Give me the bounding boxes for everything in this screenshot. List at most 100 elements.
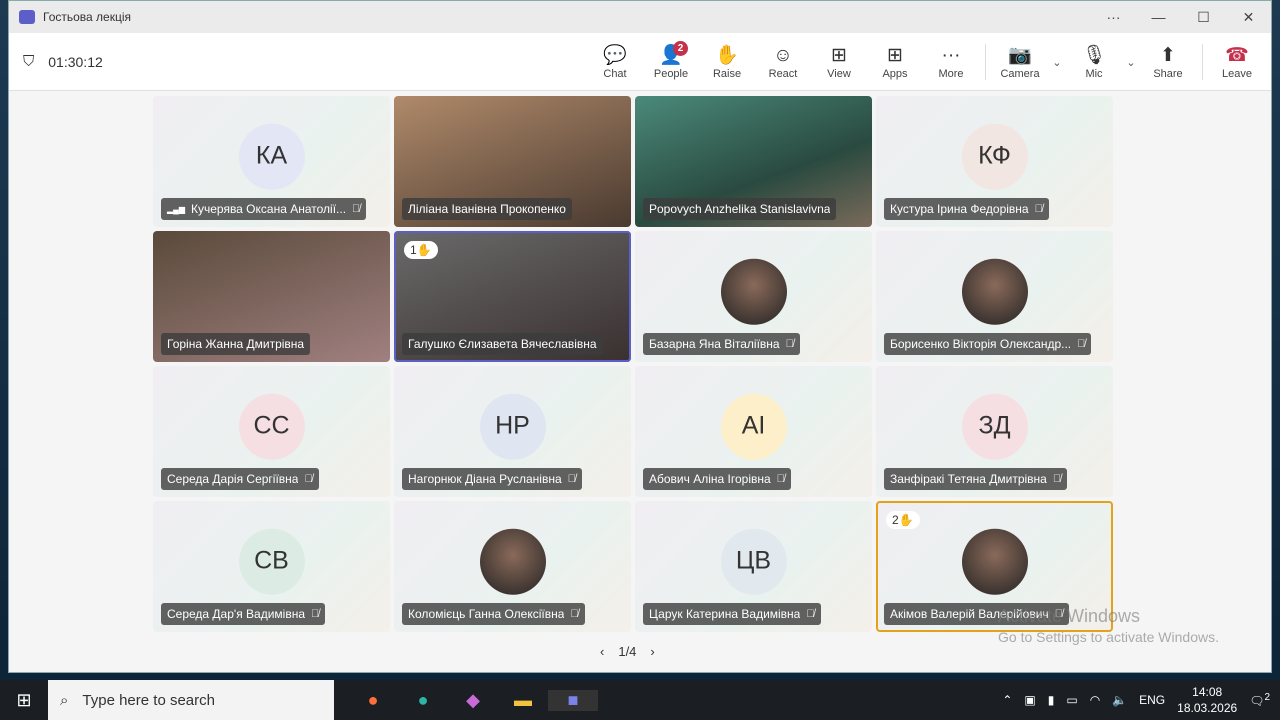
participant-name-label: Коломієць Ганна Олексіївна 🎙̸	[402, 603, 585, 625]
notifications-icon[interactable]: 🗨2	[1249, 692, 1270, 708]
participant-tile[interactable]: СС Середа Дарія Сергіївна 🎙̸	[153, 366, 390, 497]
tray-mic-icon[interactable]: ▮	[1048, 693, 1055, 707]
smile-icon: ☺	[773, 45, 793, 66]
camera-button[interactable]: 📷 Camera	[992, 44, 1048, 80]
button-label: People	[653, 68, 689, 80]
participant-tile[interactable]: КА ▂▄▆ Кучерява Оксана Анатолії... 🎙̸	[153, 96, 390, 227]
participant-name: Popovych Anzhelika Stanislavivna	[649, 202, 831, 216]
avatar: КА	[238, 123, 305, 190]
chat-button[interactable]: 💬 Chat	[587, 44, 643, 80]
toolbar-divider	[1202, 44, 1203, 80]
people-button[interactable]: 👤 People 2	[643, 41, 699, 80]
participant-tile[interactable]: КФ Кустура Ірина Федорівна 🎙̸	[876, 96, 1113, 227]
button-label: Raise	[712, 68, 742, 80]
leave-button[interactable]: ☎ Leave	[1209, 44, 1265, 80]
participant-name: Царук Катерина Вадимівна	[649, 607, 801, 621]
participant-name-label: Галушко Єлизавета Вячеславівна	[402, 333, 603, 355]
share-button[interactable]: ⬆ Share	[1140, 44, 1196, 80]
firefox-icon[interactable]: ●	[348, 690, 398, 711]
windows-start-icon[interactable]: ⊞	[0, 690, 48, 711]
volume-icon[interactable]: 🔈	[1112, 693, 1127, 707]
mic-off-icon: 🎙̸	[311, 608, 320, 620]
participant-name-label: Ліліана Іванівна Прокопенко	[402, 198, 572, 220]
copilot-icon[interactable]: ◆	[448, 690, 498, 711]
button-label: Chat	[603, 68, 627, 80]
participant-tile[interactable]: 1✋ Галушко Єлизавета Вячеславівна	[394, 231, 631, 362]
participant-tile[interactable]: Ліліана Іванівна Прокопенко	[394, 96, 631, 227]
participant-tile[interactable]: Коломієць Ганна Олексіївна 🎙̸	[394, 501, 631, 632]
participant-name-label: Борисенко Вікторія Олександр... 🎙̸	[884, 333, 1092, 355]
mic-off-icon: 🎙̸	[1034, 203, 1043, 215]
raised-hand-icon: ✋	[898, 513, 914, 527]
chevron-down-icon[interactable]: ⌄	[1048, 56, 1066, 69]
avatar: ЦВ	[720, 528, 787, 595]
window-more-button[interactable]: ···	[1091, 9, 1136, 26]
raised-hand-icon: ✋	[416, 243, 432, 257]
next-page-button[interactable]: ›	[650, 644, 654, 659]
wifi-icon[interactable]: ◠	[1090, 693, 1100, 707]
prev-page-button[interactable]: ‹	[600, 644, 604, 659]
tray-chevron-icon[interactable]: ⌃	[1002, 693, 1012, 707]
language-indicator[interactable]: ENG	[1139, 693, 1165, 707]
notification-count: 2	[1264, 692, 1270, 703]
title-bar: Гостьова лекція ··· — ☐ ✕	[9, 1, 1271, 33]
button-label: View	[827, 68, 851, 80]
shield-icon: ⛉	[23, 53, 35, 70]
tray-camera-icon[interactable]: ▣	[1024, 693, 1035, 707]
mic-off-icon: 🎙̸	[785, 338, 794, 350]
participant-name-label: ▂▄▆ Кучерява Оксана Анатолії... 🎙̸	[161, 198, 367, 220]
participant-name-label: Кустура Ірина Федорівна 🎙̸	[884, 198, 1049, 220]
participant-tile[interactable]: ЦВ Царук Катерина Вадимівна 🎙̸	[635, 501, 872, 632]
participant-name-label: Царук Катерина Вадимівна 🎙̸	[643, 603, 821, 625]
watermark-line2: Go to Settings to activate Windows.	[998, 629, 1219, 645]
clock-time: 14:08	[1192, 685, 1223, 699]
mic-button[interactable]: 🎙 Mic	[1066, 44, 1122, 80]
mic-off-icon: 🎙̸	[567, 473, 576, 485]
avatar: СС	[238, 393, 305, 460]
participant-tile[interactable]: СВ Середа Дар'я Вадимівна 🎙̸	[153, 501, 390, 632]
react-button[interactable]: ☺ React	[755, 44, 811, 80]
raise-hand-icon: ✋	[715, 45, 739, 66]
participant-tile[interactable]: Горіна Жанна Дмитрівна	[153, 231, 390, 362]
view-button[interactable]: ⊞ View	[811, 44, 867, 80]
participant-name-label: Нагорнюк Діана Русланівна 🎙̸	[402, 468, 582, 490]
participant-name-label: Popovych Anzhelika Stanislavivna	[643, 198, 837, 220]
avatar	[479, 528, 546, 595]
participant-tile[interactable]: Popovych Anzhelika Stanislavivna	[635, 96, 872, 227]
button-label: React	[768, 68, 798, 80]
participant-name: Кустура Ірина Федорівна	[890, 202, 1029, 216]
taskbar-search[interactable]: ⌕ Type here to search	[48, 680, 334, 720]
chevron-down-icon[interactable]: ⌄	[1122, 56, 1140, 69]
more-button[interactable]: ··· More	[923, 44, 979, 80]
activate-windows-watermark: Activate Windows Go to Settings to activ…	[998, 606, 1219, 645]
participant-name: Абович Аліна Ігорівна	[649, 472, 771, 486]
minimize-button[interactable]: —	[1136, 9, 1181, 26]
signal-icon: ▂▄▆	[167, 204, 185, 214]
avatar	[720, 258, 787, 325]
window-title: Гостьова лекція	[43, 10, 132, 24]
participant-tile[interactable]: НР Нагорнюк Діана Русланівна 🎙̸	[394, 366, 631, 497]
participant-tile[interactable]: АІ Абович Аліна Ігорівна 🎙̸	[635, 366, 872, 497]
battery-icon[interactable]: ▭	[1066, 693, 1077, 707]
apps-button[interactable]: ⊞ Apps	[867, 44, 923, 80]
file-explorer-icon[interactable]: ▬	[498, 690, 548, 711]
edge-icon[interactable]: ●	[398, 690, 448, 711]
taskbar: ⊞ ⌕ Type here to search ● ● ◆ ▬ ■ ⌃ ▣ ▮ ▭…	[0, 680, 1280, 720]
clock[interactable]: 14:08 18.03.2026	[1177, 684, 1237, 716]
maximize-button[interactable]: ☐	[1181, 9, 1226, 26]
teams-taskbar-icon[interactable]: ■	[548, 689, 598, 711]
mic-off-icon: 🎙̸	[1077, 338, 1086, 350]
participant-tile[interactable]: Борисенко Вікторія Олександр... 🎙̸	[876, 231, 1113, 362]
participant-name-label: Середа Дар'я Вадимівна 🎙̸	[161, 603, 326, 625]
close-button[interactable]: ✕	[1226, 9, 1271, 26]
avatar: АІ	[720, 393, 787, 460]
participant-name: Кучерява Оксана Анатолії...	[190, 202, 347, 216]
avatar: КФ	[961, 123, 1028, 190]
raise-button[interactable]: ✋ Raise	[699, 44, 755, 80]
grid-icon: ⊞	[831, 45, 847, 66]
watermark-line1: Activate Windows	[998, 606, 1141, 626]
avatar	[961, 258, 1028, 325]
participant-tile[interactable]: ЗД Занфіракі Тетяна Дмитрівна 🎙̸	[876, 366, 1113, 497]
meeting-toolbar: ⛉ 01:30:12 💬 Chat 👤 People 2 ✋ Raise ☺ React ⊞ View…	[9, 33, 1271, 91]
participant-tile[interactable]: Базарна Яна Віталіївна 🎙̸	[635, 231, 872, 362]
